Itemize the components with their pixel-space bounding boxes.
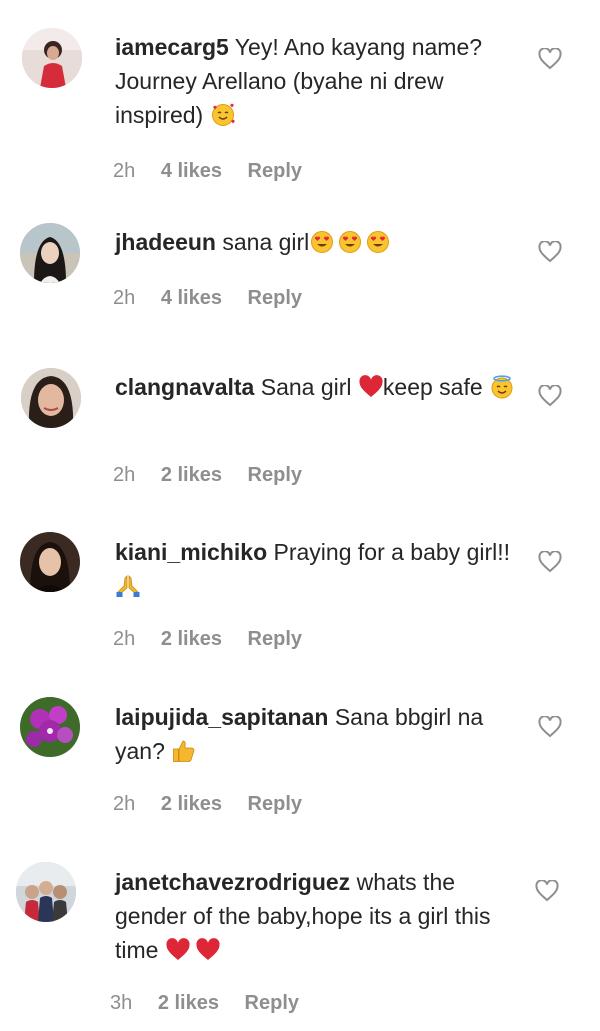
avatar[interactable] (16, 862, 76, 922)
heart-eyes-face-icon (338, 230, 362, 254)
avatar[interactable] (21, 368, 81, 428)
reply-button[interactable]: Reply (248, 464, 302, 486)
avatar-photo (16, 862, 76, 922)
comment-likes[interactable]: 2 likes (161, 628, 222, 650)
avatar[interactable] (20, 697, 80, 757)
comment-time[interactable]: 2h (113, 793, 135, 815)
comment-text: kiani_michiko Praying for a baby girl!! (115, 535, 520, 603)
comment-meta: 2h 2 likes Reply (113, 464, 322, 487)
comment-item: jhadeeun sana girl 2h 4 likes Reply (0, 200, 600, 340)
comment-username[interactable]: jhadeeun (115, 229, 216, 255)
comment-likes[interactable]: 4 likes (161, 287, 222, 309)
comment-username[interactable]: kiani_michiko (115, 539, 267, 565)
comment-time[interactable]: 2h (113, 628, 135, 650)
heart-outline-icon[interactable] (538, 241, 562, 263)
avatar-photo (21, 368, 81, 428)
smiling-halo-face-icon (490, 375, 514, 399)
comment-meta: 3h 2 likes Reply (110, 992, 319, 1015)
comment-meta: 2h 2 likes Reply (113, 793, 322, 816)
reply-button[interactable]: Reply (248, 628, 302, 650)
reply-button[interactable]: Reply (248, 160, 302, 182)
heart-outline-icon[interactable] (538, 385, 562, 407)
comment-meta: 2h 2 likes Reply (113, 628, 322, 651)
heart-outline-icon[interactable] (538, 551, 562, 573)
comment-time[interactable]: 3h (110, 992, 132, 1014)
comment-username[interactable]: iamecarg5 (115, 34, 229, 60)
comment-likes[interactable]: 2 likes (161, 464, 222, 486)
comment-message: Praying for a baby girl!! (273, 539, 511, 565)
comment-time[interactable]: 2h (113, 464, 135, 486)
comment-text: janetchavezrodriguez whats the gender of… (115, 865, 520, 967)
avatar-photo (20, 223, 80, 283)
comment-text: jhadeeun sana girl (115, 225, 520, 259)
comment-likes[interactable]: 2 likes (158, 992, 219, 1014)
comment-meta: 2h 4 likes Reply (113, 160, 322, 183)
comments-list: iamecarg5 Yey! Ano kayang name? Journey … (0, 0, 600, 1031)
comment-time[interactable]: 2h (113, 287, 135, 309)
red-heart-icon (196, 938, 220, 962)
heart-outline-icon[interactable] (538, 48, 562, 70)
comment-item: laipujida_sapitanan Sana bbgirl na yan? … (0, 675, 600, 840)
comment-text: clangnavalta Sana girl keep safe (115, 370, 520, 404)
avatar-photo (22, 28, 82, 88)
comment-item: iamecarg5 Yey! Ano kayang name? Journey … (0, 0, 600, 200)
heart-eyes-face-icon (310, 230, 334, 254)
comment-username[interactable]: laipujida_sapitanan (115, 704, 328, 730)
comment-message-continued: keep safe (382, 374, 483, 400)
reply-button[interactable]: Reply (245, 992, 299, 1014)
avatar[interactable] (20, 223, 80, 283)
comment-likes[interactable]: 2 likes (161, 793, 222, 815)
comment-username[interactable]: clangnavalta (115, 374, 254, 400)
comment-text: iamecarg5 Yey! Ano kayang name? Journey … (115, 30, 520, 132)
comment-item: kiani_michiko Praying for a baby girl!! … (0, 510, 600, 675)
avatar-photo (20, 532, 80, 592)
folded-hands-icon (116, 574, 140, 598)
smiling-hearts-face-icon (211, 103, 235, 127)
thumbs-up-icon (172, 739, 196, 763)
reply-button[interactable]: Reply (248, 287, 302, 309)
heart-eyes-face-icon (366, 230, 390, 254)
comment-item: clangnavalta Sana girl keep safe 2h 2 li… (0, 340, 600, 510)
reply-button[interactable]: Reply (248, 793, 302, 815)
red-heart-icon (166, 938, 190, 962)
red-heart-icon (359, 375, 383, 399)
comment-time[interactable]: 2h (113, 160, 135, 182)
heart-outline-icon[interactable] (535, 880, 559, 902)
avatar[interactable] (22, 28, 82, 88)
comment-text: laipujida_sapitanan Sana bbgirl na yan? (115, 700, 520, 768)
comment-meta: 2h 4 likes Reply (113, 287, 322, 310)
comment-username[interactable]: janetchavezrodriguez (115, 869, 350, 895)
comment-message: Sana girl (260, 374, 352, 400)
heart-outline-icon[interactable] (538, 716, 562, 738)
avatar[interactable] (20, 532, 80, 592)
avatar-photo (20, 697, 80, 757)
comment-item: janetchavezrodriguez whats the gender of… (0, 840, 600, 1031)
comment-likes[interactable]: 4 likes (161, 160, 222, 182)
comment-message: sana girl (222, 229, 310, 255)
